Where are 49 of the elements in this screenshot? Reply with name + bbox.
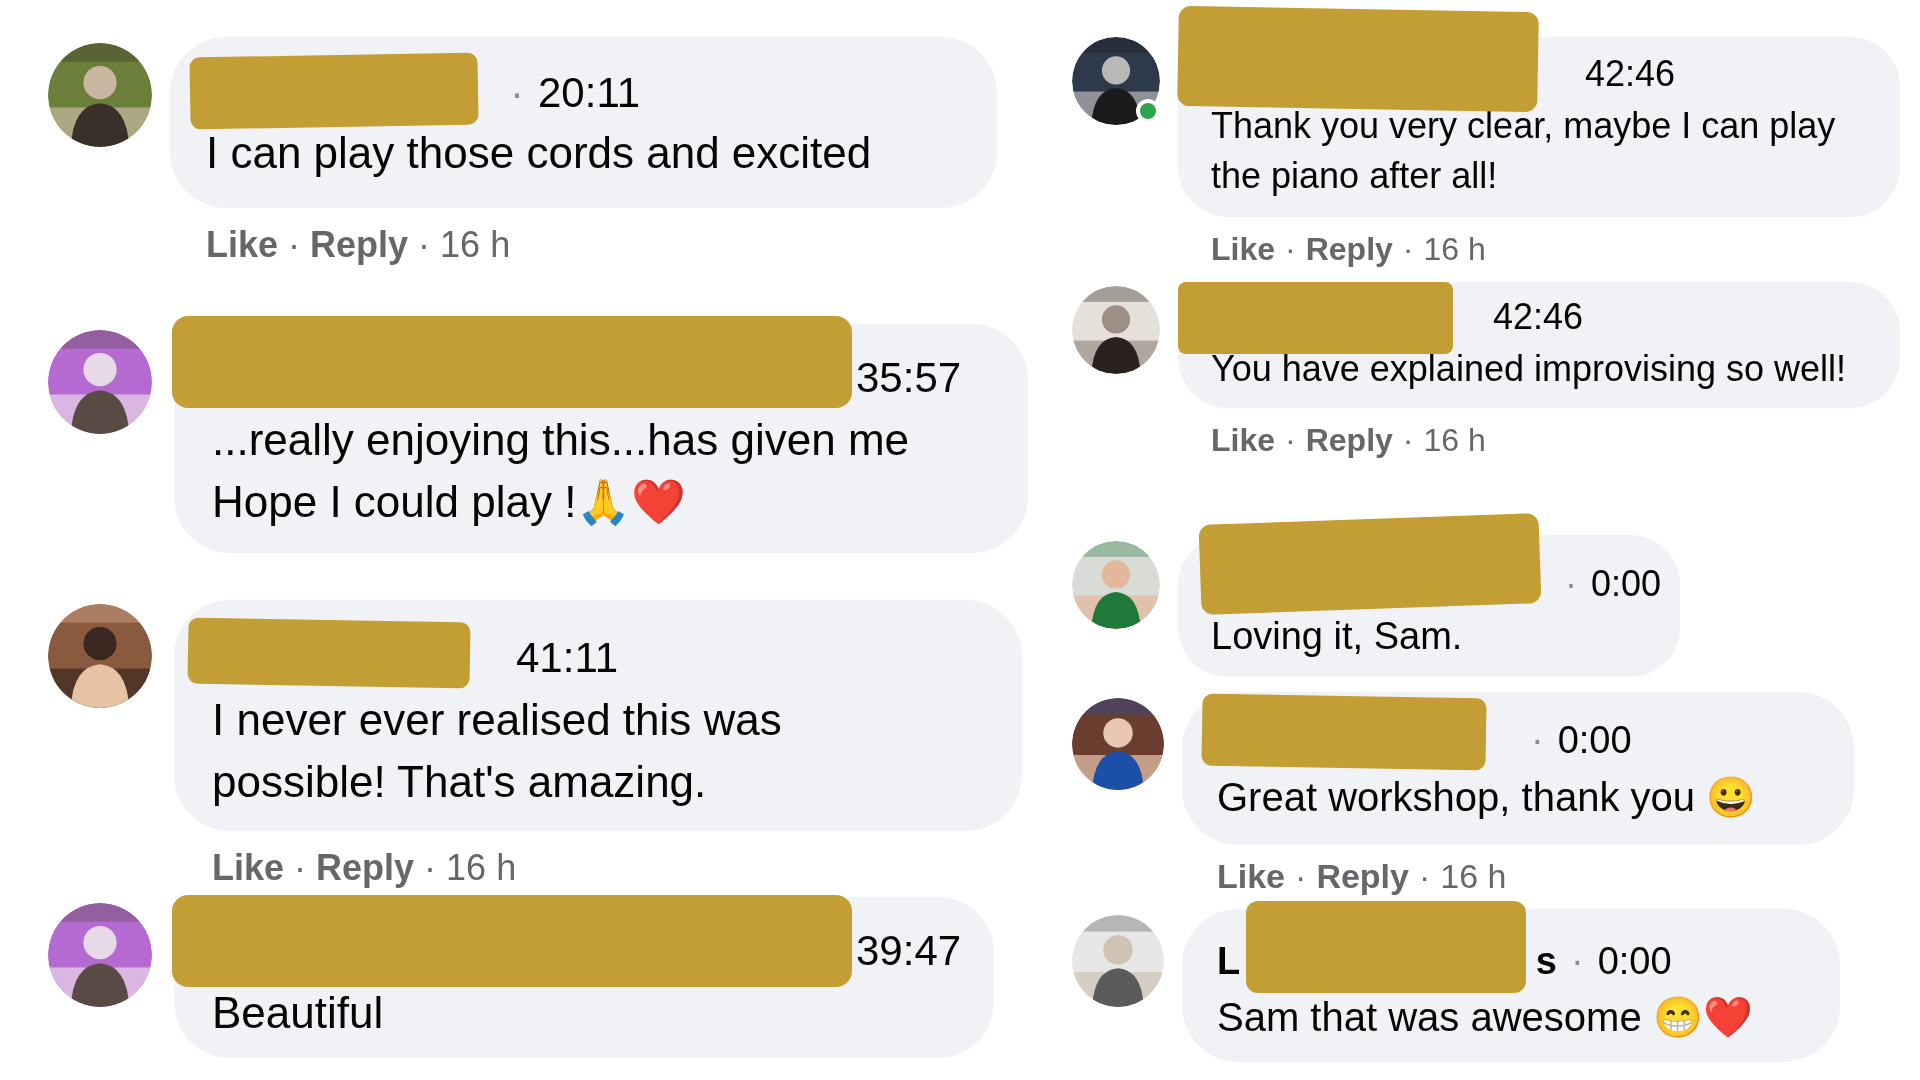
- separator-dot: ·: [1571, 939, 1584, 984]
- timestamp-text: 41:11: [516, 633, 618, 683]
- separator-dot: ·: [1402, 421, 1414, 460]
- comment-text: You have explained improvising so well!: [1211, 347, 1848, 391]
- name-fragment: L: [1217, 939, 1241, 984]
- reply-link[interactable]: Reply: [1305, 416, 1393, 464]
- reply-link[interactable]: Reply: [1316, 851, 1409, 902]
- comment-age: 16 h: [1440, 856, 1507, 897]
- like-link[interactable]: Like: [1211, 416, 1276, 464]
- timestamp-text: 42:46: [1493, 295, 1584, 339]
- separator-dot: ·: [510, 68, 524, 118]
- timestamp-text: 0:00: [1597, 939, 1672, 984]
- comment-age: 16 h: [446, 846, 517, 890]
- comment-age: 16 h: [1423, 230, 1486, 269]
- separator-dot: ·: [294, 846, 307, 890]
- comment-text: Sam that was awesome 😁❤: [1217, 994, 1754, 1041]
- name-fragment: s: [1535, 939, 1557, 984]
- separator-dot: ·: [1285, 230, 1296, 269]
- separator-dot: ·: [1418, 856, 1431, 897]
- timestamp-text: 39:47: [856, 926, 962, 976]
- timestamp-text: 20:11: [538, 68, 640, 118]
- separator-dot: ·: [1285, 421, 1296, 460]
- separator-dot: ·: [1295, 856, 1307, 897]
- separator-dot: ·: [424, 846, 437, 890]
- comment-age: 16 h: [1423, 421, 1486, 460]
- timestamp-text: 0:00: [1557, 718, 1632, 763]
- comment-text: Thank you very clear, maybe I can play the piano after all!: [1211, 104, 1837, 198]
- like-link[interactable]: Like: [212, 841, 285, 895]
- timestamp-text: 35:57: [856, 353, 962, 403]
- reply-link[interactable]: Reply: [316, 841, 415, 895]
- reply-link[interactable]: Reply: [1305, 225, 1393, 273]
- separator-dot: ·: [1565, 562, 1577, 606]
- timestamp-text: 0:00: [1591, 562, 1662, 606]
- separator-dot: ·: [1402, 230, 1414, 269]
- comment-text: I can play those cords and excited: [206, 127, 873, 179]
- separator-dot: ·: [288, 223, 301, 267]
- comment-text: Great workshop, thank you 😀: [1217, 774, 1758, 821]
- comment-text: Loving it, Sam.: [1211, 614, 1464, 659]
- reply-link[interactable]: Reply: [310, 218, 409, 272]
- comment-text: ...really enjoying this...has given me Hope I could play !🙏❤: [212, 414, 911, 528]
- comment-text: I never ever realised this was possible! That's amazing.: [212, 694, 783, 808]
- timestamp-text: 42:46: [1585, 52, 1676, 96]
- like-link[interactable]: Like: [1211, 225, 1276, 273]
- comment-age: 16 h: [440, 223, 511, 267]
- like-link[interactable]: Like: [1217, 851, 1286, 902]
- comment-text: Beautiful: [212, 987, 385, 1039]
- separator-dot: ·: [418, 223, 431, 267]
- like-link[interactable]: Like: [206, 218, 279, 272]
- separator-dot: ·: [1531, 718, 1544, 763]
